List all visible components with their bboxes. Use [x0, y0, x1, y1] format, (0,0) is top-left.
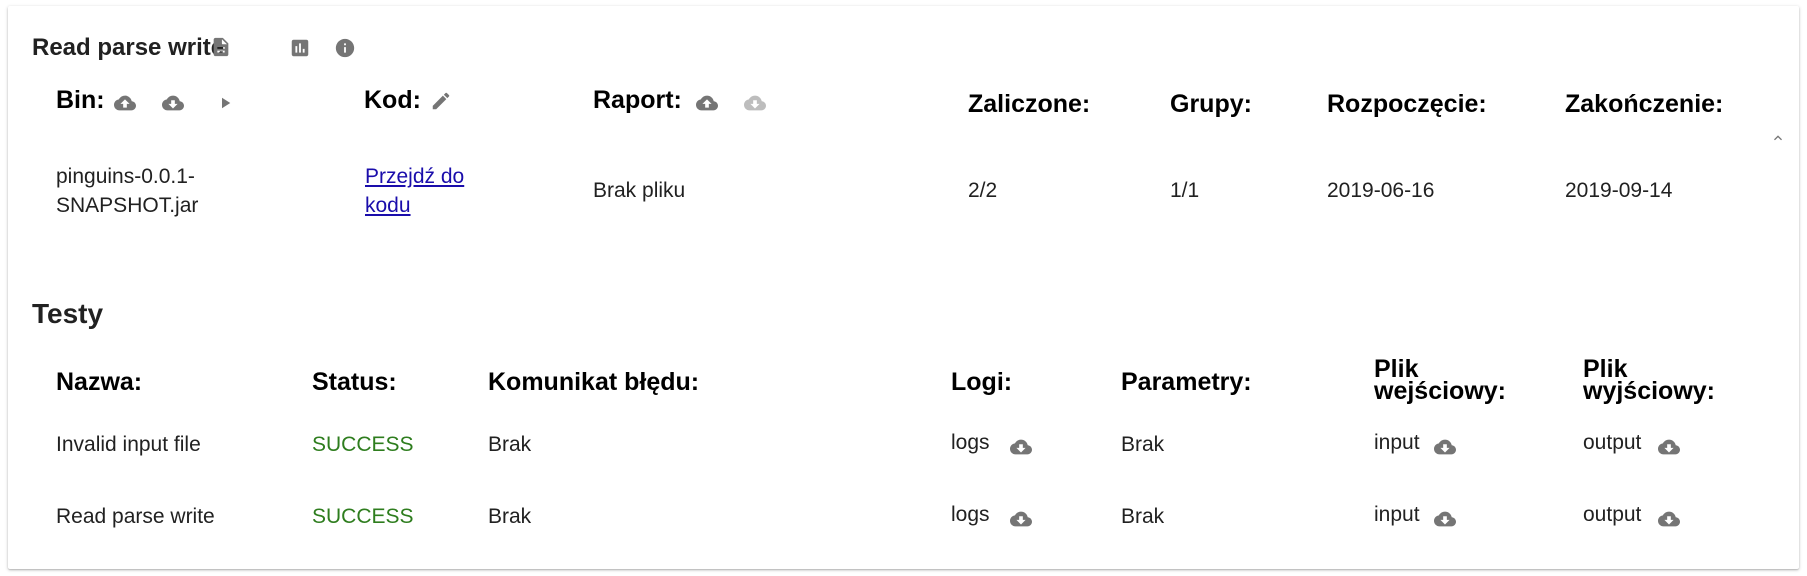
header-plik-wejsciowy: Plik wejściowy:	[1374, 357, 1506, 405]
go-to-code-link-line1[interactable]: Przejdź do	[365, 162, 464, 191]
header-zaliczone: Zaliczone:	[968, 90, 1091, 118]
test-name: Read parse write	[56, 505, 215, 528]
input-download-icon[interactable]	[1432, 508, 1458, 530]
info-icon[interactable]	[334, 37, 356, 59]
zakonczenie-value: 2019-09-14	[1565, 179, 1673, 202]
chevron-up-icon[interactable]	[1768, 130, 1788, 146]
test-output-label: output	[1583, 503, 1642, 526]
go-to-code-link-line2[interactable]: kodu	[365, 191, 464, 220]
header-nazwa: Nazwa:	[56, 368, 143, 396]
play-icon[interactable]	[216, 94, 234, 112]
header-bin: Bin:	[56, 86, 105, 114]
document-icon[interactable]	[210, 35, 232, 59]
test-parameters: Brak	[1121, 433, 1165, 456]
logs-download-icon[interactable]	[1008, 508, 1034, 530]
rozpoczecie-value: 2019-06-16	[1327, 179, 1435, 202]
card-title: Read parse write	[32, 34, 225, 61]
bin-filename-line1: pinguins-0.0.1-	[56, 165, 195, 188]
header-parametry: Parametry:	[1121, 368, 1252, 396]
test-status: SUCCESS	[312, 505, 414, 528]
grupy-value: 1/1	[1170, 179, 1200, 202]
raport-upload-icon[interactable]	[694, 92, 720, 114]
header-raport: Raport:	[593, 86, 682, 114]
output-download-icon[interactable]	[1656, 508, 1682, 530]
header-komunikat: Komunikat błędu:	[488, 368, 700, 396]
cloud-download-icon[interactable]	[160, 92, 186, 114]
test-name: Invalid input file	[56, 433, 201, 456]
header-logi: Logi:	[951, 368, 1013, 396]
input-download-icon[interactable]	[1432, 436, 1458, 458]
zaliczone-value: 2/2	[968, 179, 998, 202]
test-logs-label: logs	[951, 503, 990, 526]
bin-filename-line2: SNAPSHOT.jar	[56, 194, 199, 217]
pencil-icon[interactable]	[430, 90, 452, 112]
logs-download-icon[interactable]	[1008, 436, 1034, 458]
header-rozpoczecie: Rozpoczęcie:	[1327, 90, 1487, 118]
bin-filename: pinguins-0.0.1- SNAPSHOT.jar	[56, 162, 198, 220]
raport-value: Brak pliku	[593, 179, 686, 202]
header-plik-wyjsciowy-line2: wyjściowy:	[1583, 377, 1715, 405]
test-output-label: output	[1583, 431, 1642, 454]
cloud-upload-icon[interactable]	[112, 92, 138, 114]
header-kod: Kod:	[364, 86, 421, 114]
header-grupy: Grupy:	[1170, 90, 1252, 118]
test-parameters: Brak	[1121, 505, 1165, 528]
test-input-label: input	[1374, 503, 1420, 526]
test-error-message: Brak	[488, 505, 532, 528]
chart-icon[interactable]	[289, 37, 311, 59]
header-zakonczenie: Zakończenie:	[1565, 90, 1724, 118]
header-status: Status:	[312, 368, 397, 396]
test-status: SUCCESS	[312, 433, 414, 456]
output-download-icon[interactable]	[1656, 436, 1682, 458]
header-plik-wejsciowy-line2: wejściowy:	[1374, 377, 1506, 405]
raport-download-icon	[742, 92, 768, 114]
test-logs-label: logs	[951, 431, 990, 454]
header-plik-wyjsciowy: Plik wyjściowy:	[1583, 357, 1715, 405]
test-card: Read parse write Bin: Kod: Raport: Zalic…	[8, 6, 1799, 569]
tests-section-title: Testy	[32, 298, 104, 329]
go-to-code-link[interactable]: Przejdź do kodu	[365, 162, 464, 220]
test-input-label: input	[1374, 431, 1420, 454]
test-error-message: Brak	[488, 433, 532, 456]
